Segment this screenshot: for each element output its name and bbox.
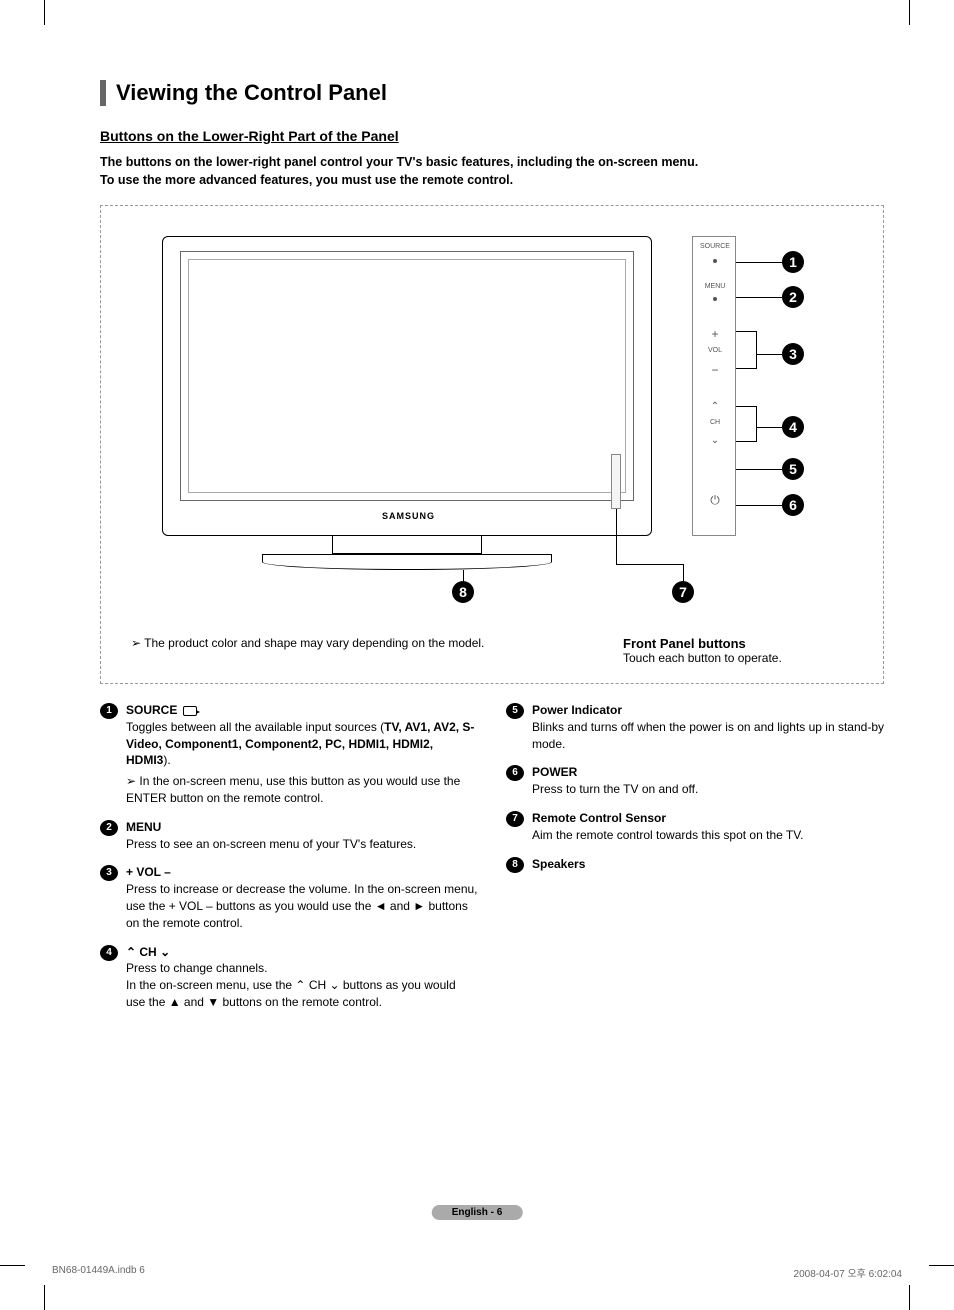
- lead-4v: [756, 406, 757, 442]
- callout-1: 1: [782, 251, 804, 273]
- item-remote-sensor: 7 Remote Control Sensor Aim the remote c…: [506, 810, 884, 844]
- lead-2: [736, 297, 782, 298]
- lead-4b: [736, 441, 756, 442]
- control-panel-strip: SOURCE MENU + VOL − ⌃ CH ⌄ ⏻: [692, 236, 736, 536]
- descriptions: 1 SOURCE Toggles between all the availab…: [100, 702, 884, 1023]
- item-6-body: Press to turn the TV on and off.: [532, 782, 698, 796]
- brand-logo: SAMSUNG: [382, 511, 435, 521]
- bullet-1: 1: [100, 703, 118, 719]
- right-column: 5 Power Indicator Blinks and turns off w…: [506, 702, 884, 1023]
- item-4-title: CH: [139, 945, 156, 959]
- panel-dot-source: [713, 259, 717, 263]
- item-power-indicator: 5 Power Indicator Blinks and turns off w…: [506, 702, 884, 752]
- lead-8: [463, 570, 464, 581]
- source-icon: [183, 706, 197, 716]
- panel-dot-menu: [713, 297, 717, 301]
- intro-text: The buttons on the lower-right panel con…: [100, 154, 884, 189]
- bullet-8: 8: [506, 857, 524, 873]
- callout-5: 5: [782, 458, 804, 480]
- page-number-badge: English - 6: [432, 1205, 523, 1220]
- print-file: BN68-01449A.indb 6: [52, 1265, 145, 1280]
- lead-3v: [756, 331, 757, 369]
- item-menu: 2 MENU Press to see an on-screen menu of…: [100, 819, 478, 853]
- item-8-title: Speakers: [532, 857, 585, 871]
- bullet-7: 7: [506, 811, 524, 827]
- panel-down-icon: ⌄: [693, 435, 737, 446]
- lead-4c: [756, 427, 782, 428]
- bullet-2: 2: [100, 820, 118, 836]
- print-footer: BN68-01449A.indb 6 2008-04-07 오후 6:02:04: [52, 1265, 902, 1280]
- bullet-6: 6: [506, 765, 524, 781]
- panel-plus-icon: +: [693, 327, 737, 341]
- item-4-body2: In the on-screen menu, use the ⌃ CH ⌄ bu…: [126, 978, 456, 1009]
- bullet-4: 4: [100, 945, 118, 961]
- item-6-title: POWER: [532, 765, 577, 779]
- item-speakers: 8 Speakers: [506, 856, 884, 873]
- callout-6: 6: [782, 494, 804, 516]
- panel-up-icon: ⌃: [693, 401, 737, 412]
- callout-4: 4: [782, 416, 804, 438]
- item-source: 1 SOURCE Toggles between all the availab…: [100, 702, 478, 807]
- callout-7: 7: [672, 581, 694, 603]
- tv-stand-neck: [332, 536, 482, 554]
- panel-power-icon: ⏻: [693, 493, 737, 508]
- item-1-sub: In the on-screen menu, use this button a…: [126, 773, 478, 807]
- item-3-title: + VOL –: [126, 865, 171, 879]
- item-5-title: Power Indicator: [532, 703, 622, 717]
- lead-3c: [756, 354, 782, 355]
- front-panel-title: Front Panel buttons: [623, 636, 853, 651]
- diagram-box: SAMSUNG SOURCE MENU + VOL − ⌃ CH ⌄ ⏻ 1 2…: [100, 205, 884, 684]
- front-panel-sub: Touch each button to operate.: [623, 651, 853, 665]
- item-3-body: Press to increase or decrease the volume…: [126, 882, 478, 930]
- tv-stand-base: [262, 554, 552, 570]
- tv-diagram: SAMSUNG SOURCE MENU + VOL − ⌃ CH ⌄ ⏻ 1 2…: [152, 236, 832, 616]
- model-vary-note: The product color and shape may vary dep…: [131, 636, 563, 665]
- item-vol: 3 + VOL – Press to increase or decrease …: [100, 864, 478, 931]
- callout-3: 3: [782, 343, 804, 365]
- lead-4a: [736, 406, 756, 407]
- callout-2: 2: [782, 286, 804, 308]
- item-4-pre: ⌃: [126, 945, 139, 959]
- diagram-notes: The product color and shape may vary dep…: [121, 636, 863, 665]
- panel-label-vol: VOL: [693, 347, 737, 354]
- item-1-title: SOURCE: [126, 703, 177, 717]
- print-time: 2008-04-07 오후 6:02:04: [794, 1265, 902, 1280]
- panel-minus-icon: −: [693, 363, 737, 377]
- lead-7a: [616, 509, 617, 564]
- intro-line-2: To use the more advanced features, you m…: [100, 173, 513, 187]
- lead-3b: [736, 368, 756, 369]
- sensor-indicator: [611, 454, 621, 509]
- lead-1: [736, 262, 782, 263]
- lead-7c: [683, 564, 684, 581]
- lead-5: [736, 469, 782, 470]
- bullet-5: 5: [506, 703, 524, 719]
- item-4-post: ⌄: [157, 945, 170, 959]
- item-1-body: Toggles between all the available input …: [126, 720, 384, 734]
- item-7-title: Remote Control Sensor: [532, 811, 666, 825]
- lead-7b: [616, 564, 683, 565]
- callout-8: 8: [452, 581, 474, 603]
- panel-label-source: SOURCE: [693, 243, 737, 250]
- panel-label-ch: CH: [693, 419, 737, 426]
- lead-6: [736, 505, 782, 506]
- left-column: 1 SOURCE Toggles between all the availab…: [100, 702, 478, 1023]
- title-bar: Viewing the Control Panel: [100, 80, 884, 106]
- item-2-body: Press to see an on-screen menu of your T…: [126, 837, 416, 851]
- lead-3a: [736, 331, 756, 332]
- section-subtitle: Buttons on the Lower-Right Part of the P…: [100, 128, 884, 144]
- item-7-body: Aim the remote control towards this spot…: [532, 828, 803, 842]
- item-power: 6 POWER Press to turn the TV on and off.: [506, 764, 884, 798]
- page-title: Viewing the Control Panel: [116, 80, 884, 106]
- item-ch: 4 ⌃ CH ⌄ Press to change channels. In th…: [100, 944, 478, 1011]
- item-5-body: Blinks and turns off when the power is o…: [532, 720, 884, 751]
- item-2-title: MENU: [126, 820, 161, 834]
- tv-screen-inner: [188, 259, 626, 493]
- item-4-body: Press to change channels.: [126, 961, 267, 975]
- intro-line-1: The buttons on the lower-right panel con…: [100, 155, 698, 169]
- item-1-end: ).: [163, 753, 170, 767]
- bullet-3: 3: [100, 865, 118, 881]
- panel-label-menu: MENU: [693, 283, 737, 290]
